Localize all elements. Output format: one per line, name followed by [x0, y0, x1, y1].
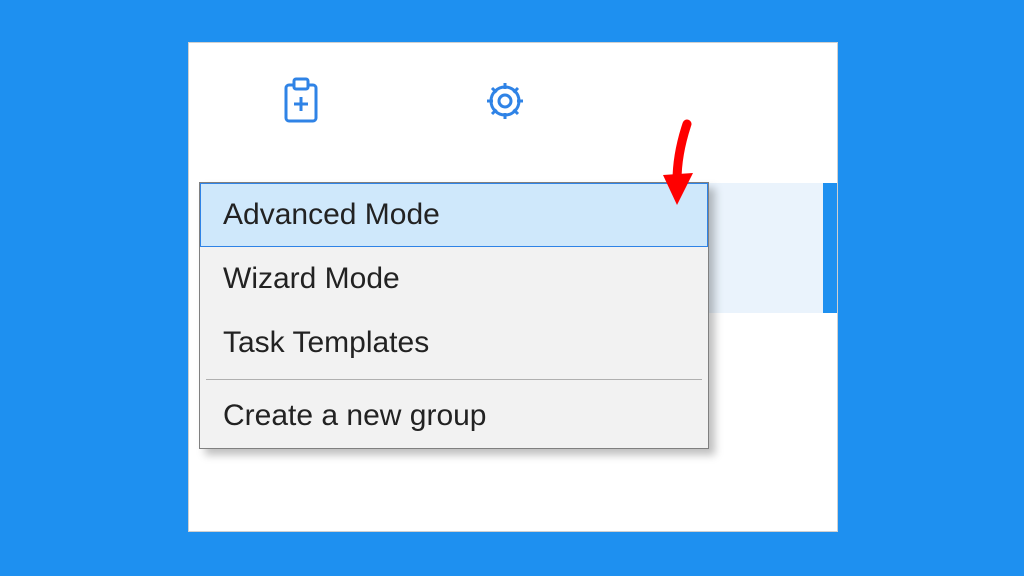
menu-item-label: Task Templates [223, 326, 429, 359]
menu-item-advanced-mode[interactable]: Advanced Mode [200, 183, 708, 247]
content-area: Advanced Mode Wizard Mode Task Templates… [189, 183, 837, 531]
menu-item-wizard-mode[interactable]: Wizard Mode [200, 247, 708, 311]
menu-divider [206, 379, 702, 380]
gear-icon [483, 79, 527, 128]
context-menu: Advanced Mode Wizard Mode Task Templates… [199, 182, 709, 449]
app-window: Advanced Mode Wizard Mode Task Templates… [188, 42, 838, 532]
toolbar [189, 43, 837, 163]
clipboard-plus-icon [281, 77, 321, 130]
menu-item-label: Create a new group [223, 399, 487, 432]
scrollbar-thumb[interactable] [823, 183, 837, 313]
menu-item-label: Advanced Mode [223, 198, 440, 231]
menu-item-create-group[interactable]: Create a new group [200, 384, 708, 448]
settings-button[interactable] [483, 81, 527, 125]
add-task-button[interactable] [279, 81, 323, 125]
menu-item-label: Wizard Mode [223, 262, 400, 295]
menu-item-task-templates[interactable]: Task Templates [200, 311, 708, 375]
